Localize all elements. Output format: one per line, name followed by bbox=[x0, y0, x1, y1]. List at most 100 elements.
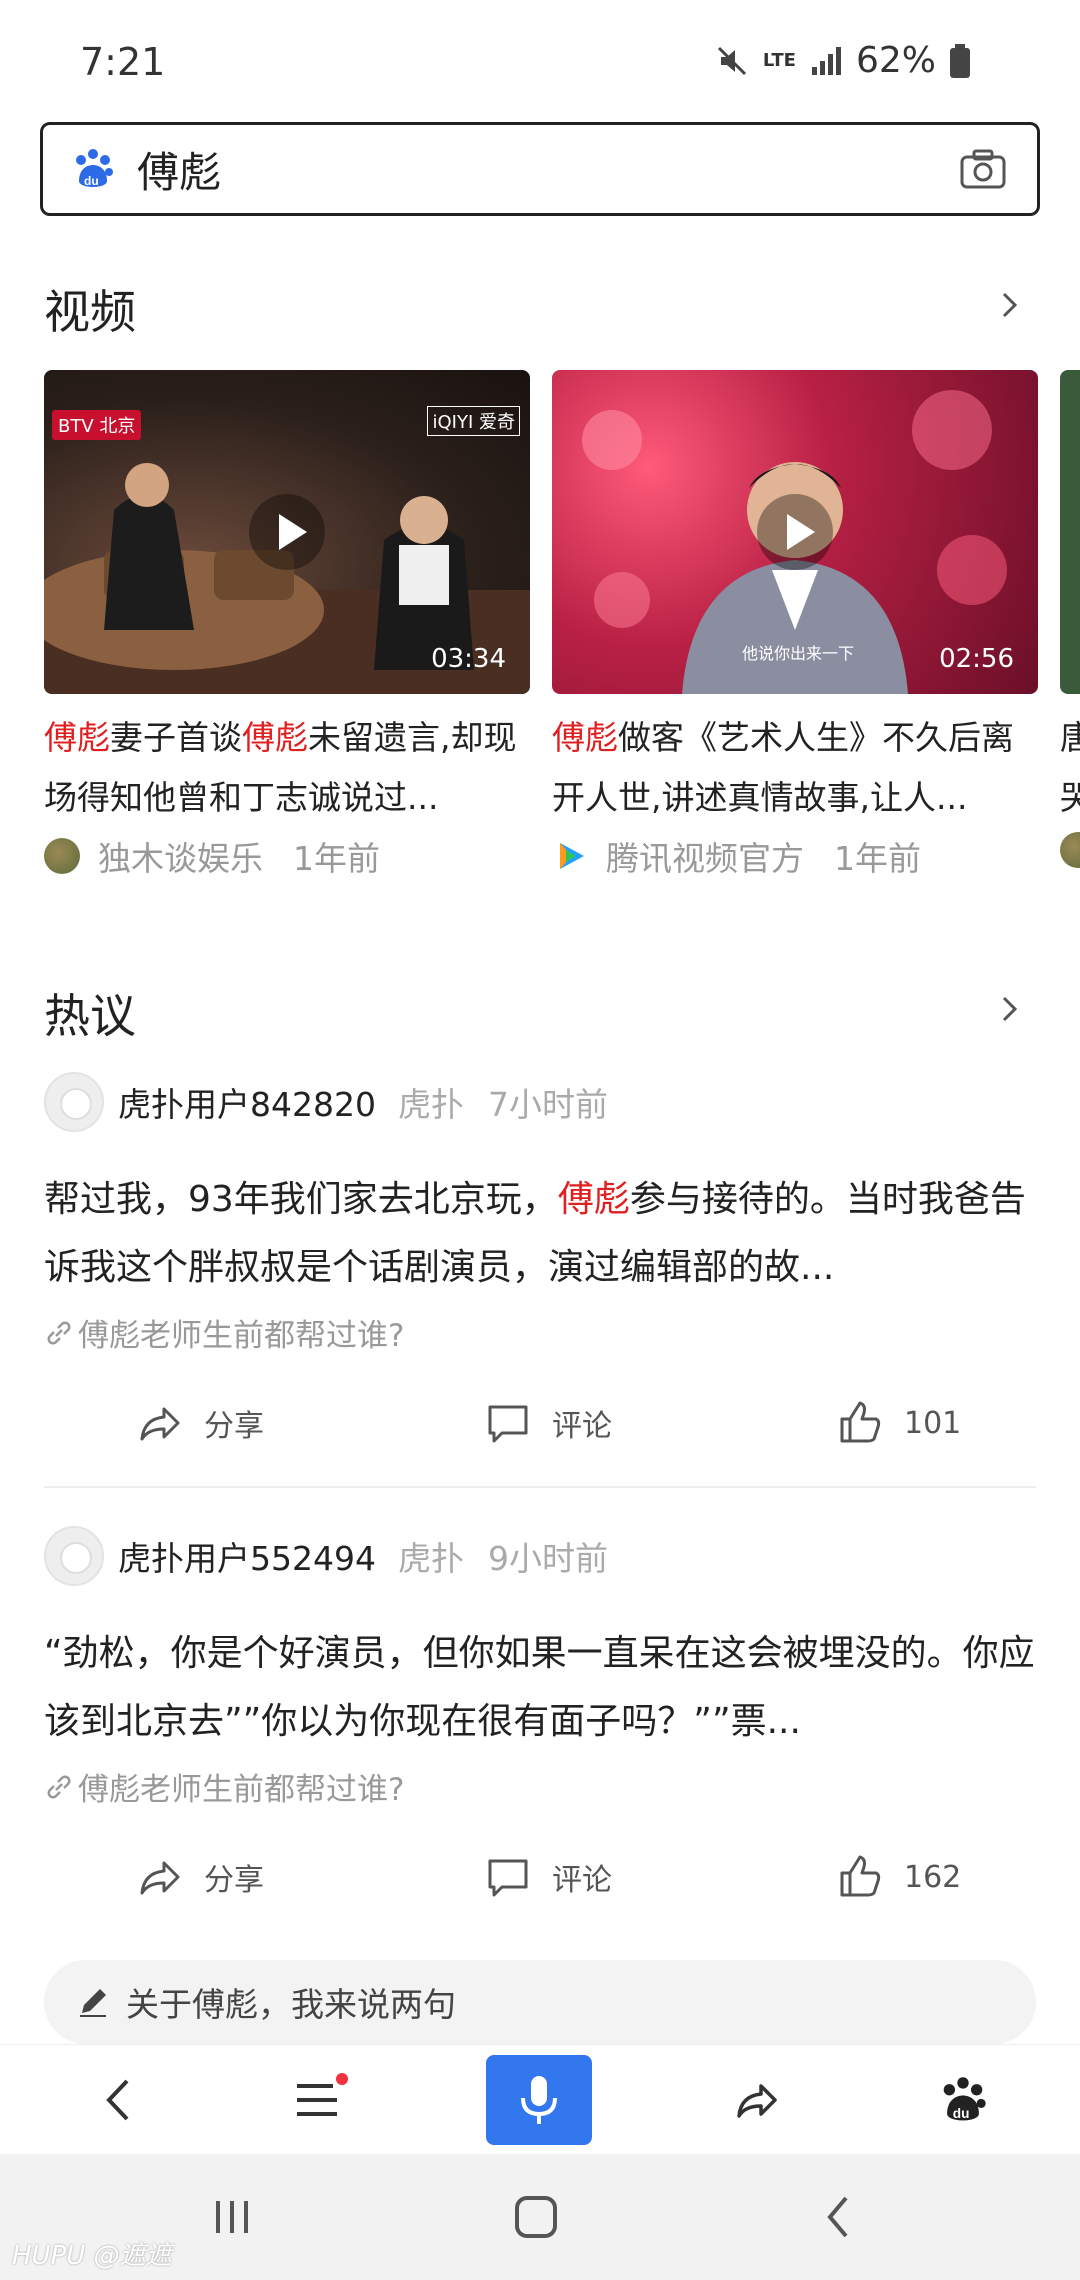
comment-entry-field[interactable]: 关于傅彪，我来说两句 bbox=[44, 1960, 1036, 2044]
post-text: “劲松，你是个好演员，但你如果一直呆在这会被埋没的。你应该到北京去””你以为你现… bbox=[44, 1633, 1035, 1742]
post-body[interactable]: “劲松，你是个好演员，但你如果一直呆在这会被埋没的。你应该到北京去””你以为你现… bbox=[44, 1620, 1036, 1756]
link-icon bbox=[47, 1321, 71, 1344]
comment-button[interactable]: 评论 bbox=[484, 1853, 612, 1901]
post-header: 虎扑用户552494 虎扑 9小时前 bbox=[44, 1526, 1036, 1586]
share-label: 分享 bbox=[204, 1409, 264, 1444]
post-divider bbox=[44, 1486, 1036, 1488]
video-card[interactable]: BTV 北京 iQIYI 爱奇 03:34 傅彪妻子首谈傅彪未留遗言,却现场得知… bbox=[44, 370, 530, 880]
signal-icon bbox=[811, 46, 841, 75]
battery-percent: 62% bbox=[855, 40, 936, 81]
post-text: 帮过我，93年我们家去北京玩， bbox=[44, 1179, 558, 1220]
post-actions: 分享 评论 101 bbox=[44, 1399, 1036, 1479]
video-duration: 02:56 bbox=[939, 644, 1014, 674]
hot-more-chevron-icon[interactable] bbox=[994, 994, 1024, 1024]
camera-icon[interactable] bbox=[959, 147, 1007, 191]
post-username[interactable]: 虎扑用户552494 bbox=[118, 1532, 376, 1580]
share-button[interactable]: 分享 bbox=[136, 1399, 264, 1447]
menu-icon bbox=[297, 2084, 337, 2116]
title-text: 哭 bbox=[1060, 778, 1080, 817]
play-button-icon[interactable] bbox=[757, 494, 833, 570]
discussion-post[interactable]: 虎扑用户842820 虎扑 7小时前 帮过我，93年我们家去北京玩，傅彪参与接待… bbox=[44, 1072, 1036, 1479]
back-icon bbox=[827, 2196, 848, 2238]
baidu-home-button[interactable]: du bbox=[918, 2055, 1008, 2145]
status-bar: 7:21 LTE 62% bbox=[0, 0, 1080, 120]
comment-label: 评论 bbox=[552, 1409, 612, 1444]
play-button-icon[interactable] bbox=[249, 494, 325, 570]
videos-more-chevron-icon[interactable] bbox=[994, 290, 1024, 320]
comment-icon bbox=[488, 1405, 528, 1443]
user-avatar[interactable] bbox=[44, 1526, 104, 1586]
topic-text: 傅彪老师生前都帮过谁? bbox=[78, 1318, 405, 1354]
post-source: 虎扑 bbox=[397, 1085, 464, 1124]
post-header: 虎扑用户842820 虎扑 7小时前 bbox=[44, 1072, 1036, 1132]
comment-entry-placeholder: 关于傅彪，我来说两句 bbox=[126, 1985, 456, 2024]
menu-button[interactable] bbox=[272, 2055, 362, 2145]
video-title[interactable]: 傅彪做客《艺术人生》不久后离开人世,讲述真情故事,让人... bbox=[552, 708, 1038, 828]
recent-apps-icon bbox=[216, 2201, 248, 2233]
home-icon bbox=[515, 2196, 557, 2238]
video-card[interactable]: 唐 哭 bbox=[1060, 370, 1080, 868]
search-input[interactable]: 傅彪 bbox=[137, 139, 959, 200]
video-caption: 他说你出来一下 bbox=[742, 644, 855, 663]
video-title[interactable]: 唐 哭 bbox=[1060, 708, 1080, 828]
battery-icon bbox=[950, 43, 970, 78]
post-source: 虎扑 bbox=[397, 1539, 464, 1578]
video-author: 腾讯视频官方 bbox=[606, 839, 804, 878]
video-card[interactable]: 他说你出来一下 02:56 傅彪做客《艺术人生》不久后离开人世,讲述真情故事,让… bbox=[552, 370, 1038, 880]
status-time: 7:21 bbox=[80, 40, 166, 84]
link-icon bbox=[47, 1775, 71, 1798]
thumbs-up-icon bbox=[840, 1855, 881, 1897]
channel-badge: BTV 北京 bbox=[52, 410, 142, 440]
system-back-button[interactable] bbox=[798, 2182, 878, 2252]
video-meta bbox=[1060, 832, 1080, 868]
comment-icon bbox=[488, 1859, 528, 1897]
back-button[interactable] bbox=[74, 2055, 164, 2145]
post-topic-link[interactable]: 傅彪老师生前都帮过谁? bbox=[44, 1764, 1036, 1809]
title-highlight: 傅彪 bbox=[44, 718, 110, 757]
video-time: 1年前 bbox=[834, 839, 921, 878]
post-username[interactable]: 虎扑用户842820 bbox=[118, 1078, 376, 1126]
hot-section-title: 热议 bbox=[44, 989, 136, 1043]
video-thumbnail[interactable]: 他说你出来一下 02:56 bbox=[552, 370, 1038, 694]
post-topic-link[interactable]: 傅彪老师生前都帮过谁? bbox=[44, 1310, 1036, 1355]
post-highlight: 傅彪 bbox=[557, 1179, 630, 1220]
voice-search-button[interactable] bbox=[486, 2055, 592, 2145]
like-button[interactable]: 162 bbox=[836, 1853, 961, 1901]
user-avatar[interactable] bbox=[44, 1072, 104, 1132]
like-button[interactable]: 101 bbox=[836, 1399, 961, 1447]
watermark: HUPU @遮遮 bbox=[12, 2241, 172, 2271]
share-button[interactable]: 分享 bbox=[136, 1853, 264, 1901]
title-highlight: 傅彪 bbox=[552, 718, 618, 757]
comment-button[interactable]: 评论 bbox=[484, 1399, 612, 1447]
discussion-post[interactable]: 虎扑用户552494 虎扑 9小时前 “劲松，你是个好演员，但你如果一直呆在这会… bbox=[44, 1526, 1036, 1933]
platform-badge: iQIYI 爱奇 bbox=[427, 406, 520, 436]
author-avatar bbox=[1060, 832, 1080, 868]
video-author: 独木谈娱乐 bbox=[98, 839, 263, 878]
post-time: 7小时前 bbox=[487, 1085, 608, 1124]
svg-text:du: du bbox=[953, 2106, 970, 2121]
post-time: 9小时前 bbox=[487, 1539, 608, 1578]
share-label: 分享 bbox=[204, 1863, 264, 1898]
video-meta: 独木谈娱乐 1年前 bbox=[44, 832, 530, 880]
videos-section-title: 视频 bbox=[44, 285, 136, 339]
title-text: 妻子首谈 bbox=[110, 718, 242, 757]
mute-icon bbox=[717, 46, 746, 75]
video-title[interactable]: 傅彪妻子首谈傅彪未留遗言,却现场得知他曾和丁志诚说过... bbox=[44, 708, 530, 828]
home-button[interactable] bbox=[496, 2182, 576, 2252]
network-type: LTE bbox=[762, 50, 796, 71]
search-box[interactable]: du 傅彪 bbox=[40, 122, 1040, 216]
video-time: 1年前 bbox=[293, 839, 380, 878]
recent-apps-button[interactable] bbox=[192, 2182, 272, 2252]
post-actions: 分享 评论 162 bbox=[44, 1853, 1036, 1933]
video-thumbnail[interactable]: BTV 北京 iQIYI 爱奇 03:34 bbox=[44, 370, 530, 694]
share-page-button[interactable] bbox=[712, 2055, 802, 2145]
share-icon bbox=[140, 1861, 180, 1895]
svg-text:du: du bbox=[84, 174, 99, 188]
video-thumbnail[interactable] bbox=[1060, 370, 1080, 694]
baidu-paw-icon: du bbox=[943, 2077, 986, 2121]
post-body[interactable]: 帮过我，93年我们家去北京玩，傅彪参与接待的。当时我爸告诉我这个胖叔叔是个话剧演… bbox=[44, 1166, 1036, 1302]
video-duration: 03:34 bbox=[431, 644, 506, 674]
author-avatar bbox=[44, 838, 80, 874]
like-count: 162 bbox=[904, 1859, 962, 1895]
video-carousel[interactable]: BTV 北京 iQIYI 爱奇 03:34 傅彪妻子首谈傅彪未留遗言,却现场得知… bbox=[44, 370, 1080, 890]
